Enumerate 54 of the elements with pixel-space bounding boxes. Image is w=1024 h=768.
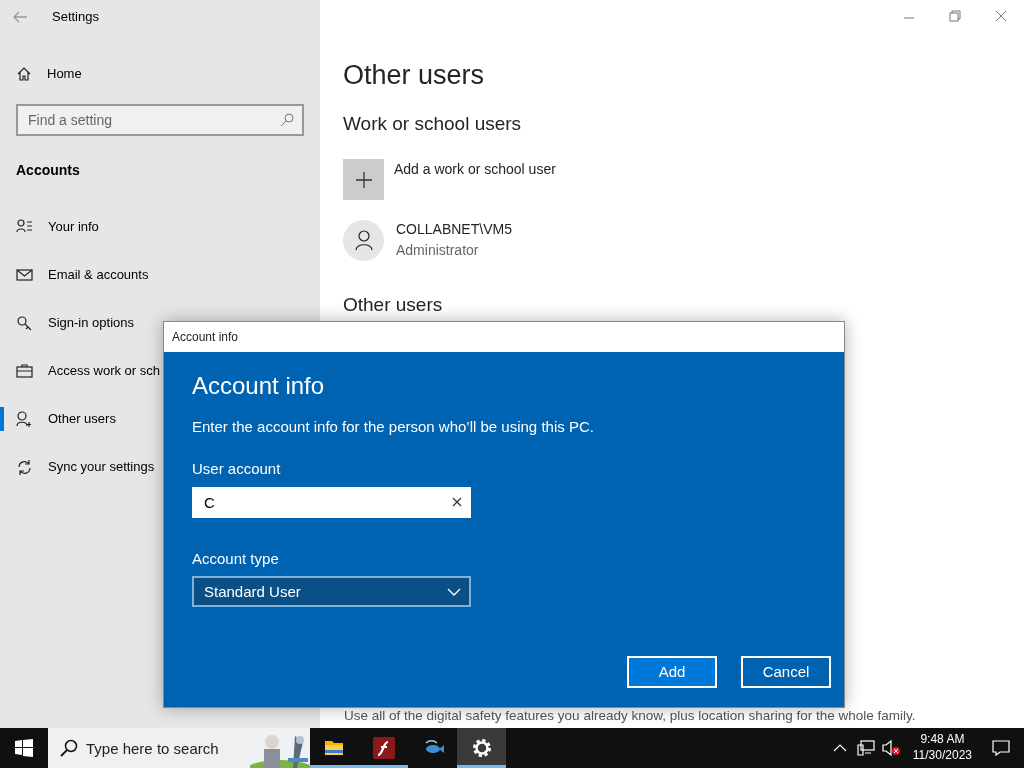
taskbar-app[interactable]	[457, 728, 506, 768]
add-user-link[interactable]: Add a work or school user	[394, 159, 556, 200]
network-icon[interactable]	[856, 740, 875, 756]
field-label: User account	[192, 459, 281, 480]
sidebar-item[interactable]: Access work or sch	[0, 347, 162, 395]
account-name: COLLABNET\VM5	[396, 220, 512, 239]
sidebar-item[interactable]: Sync your settings	[0, 443, 157, 491]
restore-icon[interactable]	[949, 10, 961, 22]
sidebar-item[interactable]: Your info	[0, 203, 101, 251]
sidebar-item[interactable]: Other users	[0, 395, 118, 443]
gear-icon	[470, 737, 493, 759]
mail-icon	[16, 266, 33, 284]
user-account-field[interactable]: C	[192, 486, 471, 518]
add-user-button[interactable]	[343, 159, 384, 200]
person-icon	[354, 230, 373, 250]
briefcase-icon	[16, 362, 33, 380]
windows-start-icon[interactable]	[15, 739, 33, 757]
home-icon	[16, 66, 32, 82]
section-heading: Accounts	[16, 161, 80, 180]
speaker-muted-icon[interactable]	[880, 740, 901, 756]
sidebar-item[interactable]: Sign-in options	[0, 299, 136, 347]
page-title: Other users	[343, 59, 486, 92]
section-heading: Work or school users	[343, 111, 523, 136]
plus-icon	[354, 170, 373, 189]
clock[interactable]: 9:48 AM 11/30/2023	[906, 728, 978, 768]
flash-icon	[372, 737, 395, 759]
clock-date: 11/30/2023	[912, 748, 972, 764]
clock-time: 9:48 AM	[920, 732, 965, 748]
sync-icon	[16, 458, 33, 476]
search-icon	[60, 739, 78, 757]
dialog-heading: Account info	[192, 372, 325, 401]
chevron-down-icon	[447, 587, 461, 596]
home-link[interactable]: Home	[0, 52, 84, 96]
close-icon[interactable]	[995, 10, 1007, 22]
account-type-dropdown[interactable]: Standard User	[192, 576, 471, 608]
chevron-up-icon[interactable]	[832, 743, 847, 753]
dialog-description: Enter the account info for the person who’ll be using this PC.	[192, 416, 594, 437]
clear-icon[interactable]	[452, 497, 462, 508]
notification-icon[interactable]	[992, 740, 1010, 756]
dialog-title: Account info	[172, 329, 239, 346]
person-add-icon	[16, 410, 33, 428]
family-text: Use all of the digital safety features you already know, plus location sharing for the whole family.	[344, 707, 916, 725]
search-icon	[280, 113, 294, 127]
cancel-button[interactable]: Cancel	[741, 656, 831, 689]
search-box[interactable]: Type here to search	[48, 728, 310, 768]
add-button[interactable]: Add	[627, 656, 717, 689]
key-icon	[16, 314, 33, 332]
account-role: Administrator	[396, 241, 480, 260]
search-field[interactable]: Type here to search	[86, 728, 251, 768]
window-title: Settings	[52, 8, 99, 27]
section-heading: Other users	[343, 295, 444, 316]
search-field[interactable]: Find a setting	[16, 104, 304, 136]
sidebar-item[interactable]: Email & accounts	[0, 251, 151, 299]
field-label: Account type	[192, 548, 279, 569]
